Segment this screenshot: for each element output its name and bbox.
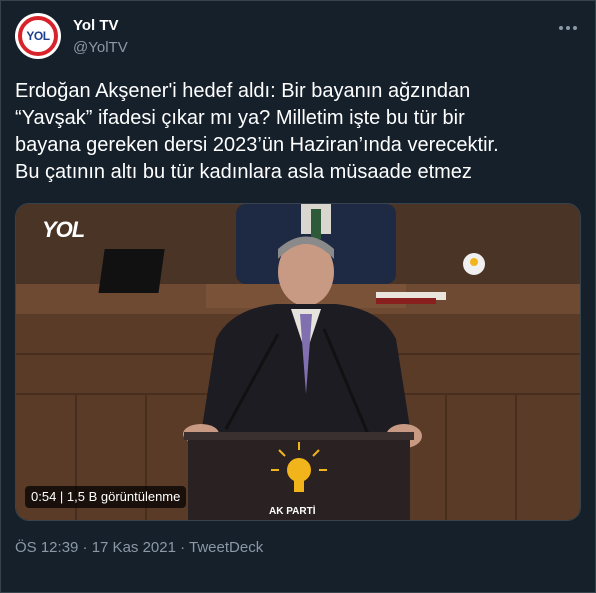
tweet-metadata[interactable]: ÖS 12:39 · 17 Kas 2021 · TweetDeck — [15, 539, 263, 556]
podium-text: AK PARTİ — [269, 506, 316, 517]
more-dots-svg — [559, 26, 577, 30]
author-name[interactable]: Yol TV — [73, 17, 119, 34]
tweet-card[interactable]: YOL Yol TV @YolTV Erdoğan Akşener'i hede… — [0, 0, 596, 593]
author-handle[interactable]: @YolTV — [73, 39, 128, 56]
yol-logo-icon: YOL — [18, 16, 58, 56]
video-player[interactable] — [15, 203, 581, 521]
video-watermark: YOL — [42, 217, 85, 242]
video-duration-badge: 0:54 | 1,5 B görüntülenme — [25, 486, 187, 508]
tweet-text: Erdoğan Akşener'i hedef aldı: Bir bayanı… — [15, 80, 499, 183]
video-frame — [16, 204, 580, 520]
more-dots-icon[interactable] — [557, 17, 579, 39]
avatar-logo-text: YOL — [26, 29, 50, 43]
avatar[interactable]: YOL — [15, 13, 61, 59]
